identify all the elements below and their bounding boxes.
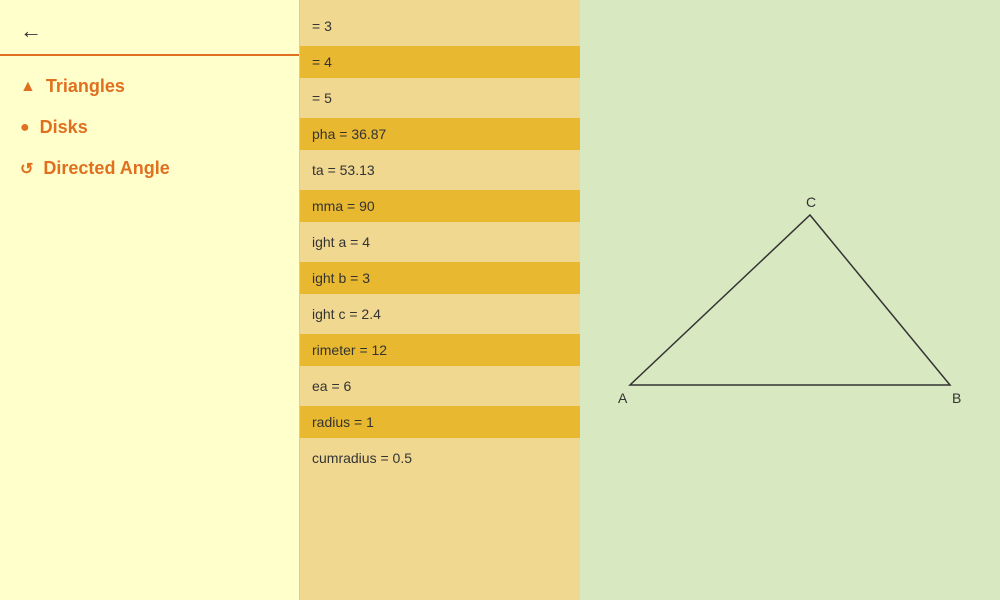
data-panel: = 3 = 4 = 5 pha = 36.87 ta = 53.13 mma = 90 ig… [300, 0, 580, 600]
sidebar-label-disks: Disks [40, 117, 88, 138]
vertex-c-label: C [806, 194, 816, 210]
data-row-6: ight a = 4 [300, 226, 580, 258]
nav-items: ▲ Triangles ● Disks ↺ Directed Angle [0, 56, 299, 199]
data-row-1: = 4 [300, 46, 580, 78]
sidebar: ← ▲ Triangles ● Disks ↺ Directed Angle [0, 0, 300, 600]
sidebar-label-directed-angle: Directed Angle [43, 158, 169, 179]
data-row-10: ea = 6 [300, 370, 580, 402]
main-area: = 3 = 4 = 5 pha = 36.87 ta = 53.13 mma = 90 ig… [300, 0, 1000, 600]
sidebar-item-disks[interactable]: ● Disks [0, 107, 299, 148]
sidebar-item-directed-angle[interactable]: ↺ Directed Angle [0, 148, 299, 189]
data-row-7: ight b = 3 [300, 262, 580, 294]
data-row-5: mma = 90 [300, 190, 580, 222]
canvas-area: A B C [580, 0, 1000, 600]
data-row-12: cumradius = 0.5 [300, 442, 580, 474]
data-row-8: ight c = 2.4 [300, 298, 580, 330]
sidebar-item-triangles[interactable]: ▲ Triangles [0, 66, 299, 107]
vertex-b-label: B [952, 390, 961, 406]
data-row-4: ta = 53.13 [300, 154, 580, 186]
disk-icon: ● [20, 119, 30, 137]
vertex-a-label: A [618, 390, 628, 406]
data-row-2: = 5 [300, 82, 580, 114]
back-button[interactable]: ← [0, 0, 299, 54]
back-arrow: ← [20, 18, 42, 43]
data-row-0: = 3 [300, 10, 580, 42]
data-row-9: rimeter = 12 [300, 334, 580, 366]
sidebar-label-triangles: Triangles [46, 76, 125, 97]
data-row-3: pha = 36.87 [300, 118, 580, 150]
directed-angle-icon: ↺ [20, 159, 33, 179]
triangle-svg: A B C [600, 185, 980, 415]
triangle-icon: ▲ [20, 78, 36, 96]
data-row-11: radius = 1 [300, 406, 580, 438]
